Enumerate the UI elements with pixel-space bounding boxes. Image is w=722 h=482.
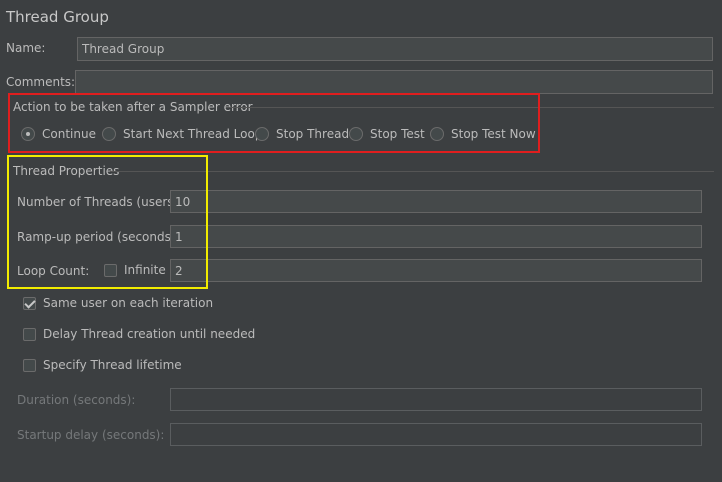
sampler-error-highlight xyxy=(8,93,540,153)
same-user-label: Same user on each iteration xyxy=(43,296,214,310)
name-input[interactable] xyxy=(77,37,713,61)
startup-delay-input[interactable] xyxy=(170,423,702,446)
specify-lifetime-checkbox[interactable]: Specify Thread lifetime xyxy=(23,358,182,372)
checkbox-checked-icon xyxy=(23,296,36,310)
checkbox-unchecked-icon xyxy=(23,327,36,341)
num-threads-input[interactable] xyxy=(170,190,702,213)
comments-label: Comments: xyxy=(6,75,76,89)
loop-count-input[interactable] xyxy=(170,259,702,282)
comments-input[interactable] xyxy=(75,70,713,94)
checkbox-unchecked-icon xyxy=(23,358,36,372)
same-user-checkbox[interactable]: Same user on each iteration xyxy=(23,296,213,310)
thread-properties-highlight xyxy=(7,155,208,289)
startup-delay-label: Startup delay (seconds): xyxy=(17,428,165,442)
delay-creation-checkbox[interactable]: Delay Thread creation until needed xyxy=(23,327,255,341)
delay-creation-label: Delay Thread creation until needed xyxy=(43,327,256,341)
panel-title: Thread Group xyxy=(6,8,109,26)
specify-lifetime-label: Specify Thread lifetime xyxy=(43,358,182,372)
ramp-up-input[interactable] xyxy=(170,225,702,248)
name-label: Name: xyxy=(6,41,46,55)
duration-label: Duration (seconds): xyxy=(17,393,136,407)
duration-input[interactable] xyxy=(170,388,702,411)
